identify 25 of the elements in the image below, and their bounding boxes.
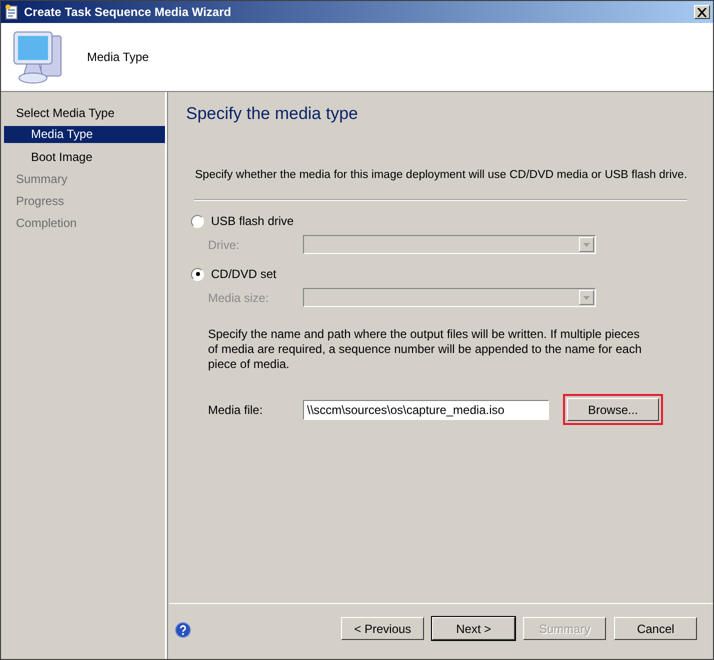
radio-button[interactable] bbox=[191, 214, 204, 228]
page-title: Media Type bbox=[87, 50, 149, 64]
media-file-field[interactable]: \\sccm\sources\os\capture_media.iso bbox=[303, 400, 549, 420]
radio-option[interactable]: USB flash drive bbox=[186, 214, 688, 228]
close-button[interactable] bbox=[694, 5, 710, 19]
description-text: Specify whether the media for this image deployment will use CD/DVD media or USB flash drive. bbox=[194, 169, 688, 181]
sidebar-item[interactable]: Select Media Type bbox=[4, 102, 165, 124]
radio-label: USB flash drive bbox=[211, 214, 294, 228]
field-label: Media size: bbox=[208, 290, 270, 304]
section-heading: Specify the media type bbox=[186, 104, 359, 124]
radio-label: CD/DVD set bbox=[211, 267, 276, 281]
field-label: Drive: bbox=[208, 238, 240, 252]
wizard-button[interactable]: < Previous bbox=[341, 617, 424, 640]
sidebar-item[interactable]: Media Type bbox=[4, 126, 165, 143]
wizard-button[interactable]: Cancel bbox=[614, 617, 698, 640]
field-label: Media file: bbox=[208, 402, 264, 416]
instruction-text: Specify the name and path where the output files will be written. If multiple pieces of media are required, a sequence number will be appended to the name for each piece of media. bbox=[207, 327, 643, 372]
browse-button[interactable]: Browse... bbox=[567, 398, 659, 421]
window-title: Create Task Sequence Media Wizard bbox=[24, 5, 232, 19]
help-icon[interactable] bbox=[175, 622, 191, 638]
wizard-button[interactable]: Next > bbox=[432, 617, 516, 640]
radio-option[interactable]: CD/DVD set bbox=[186, 267, 688, 281]
wizard-icon bbox=[4, 4, 20, 20]
sidebar-item[interactable]: Boot Image bbox=[4, 146, 165, 168]
radio-button[interactable] bbox=[191, 268, 204, 280]
